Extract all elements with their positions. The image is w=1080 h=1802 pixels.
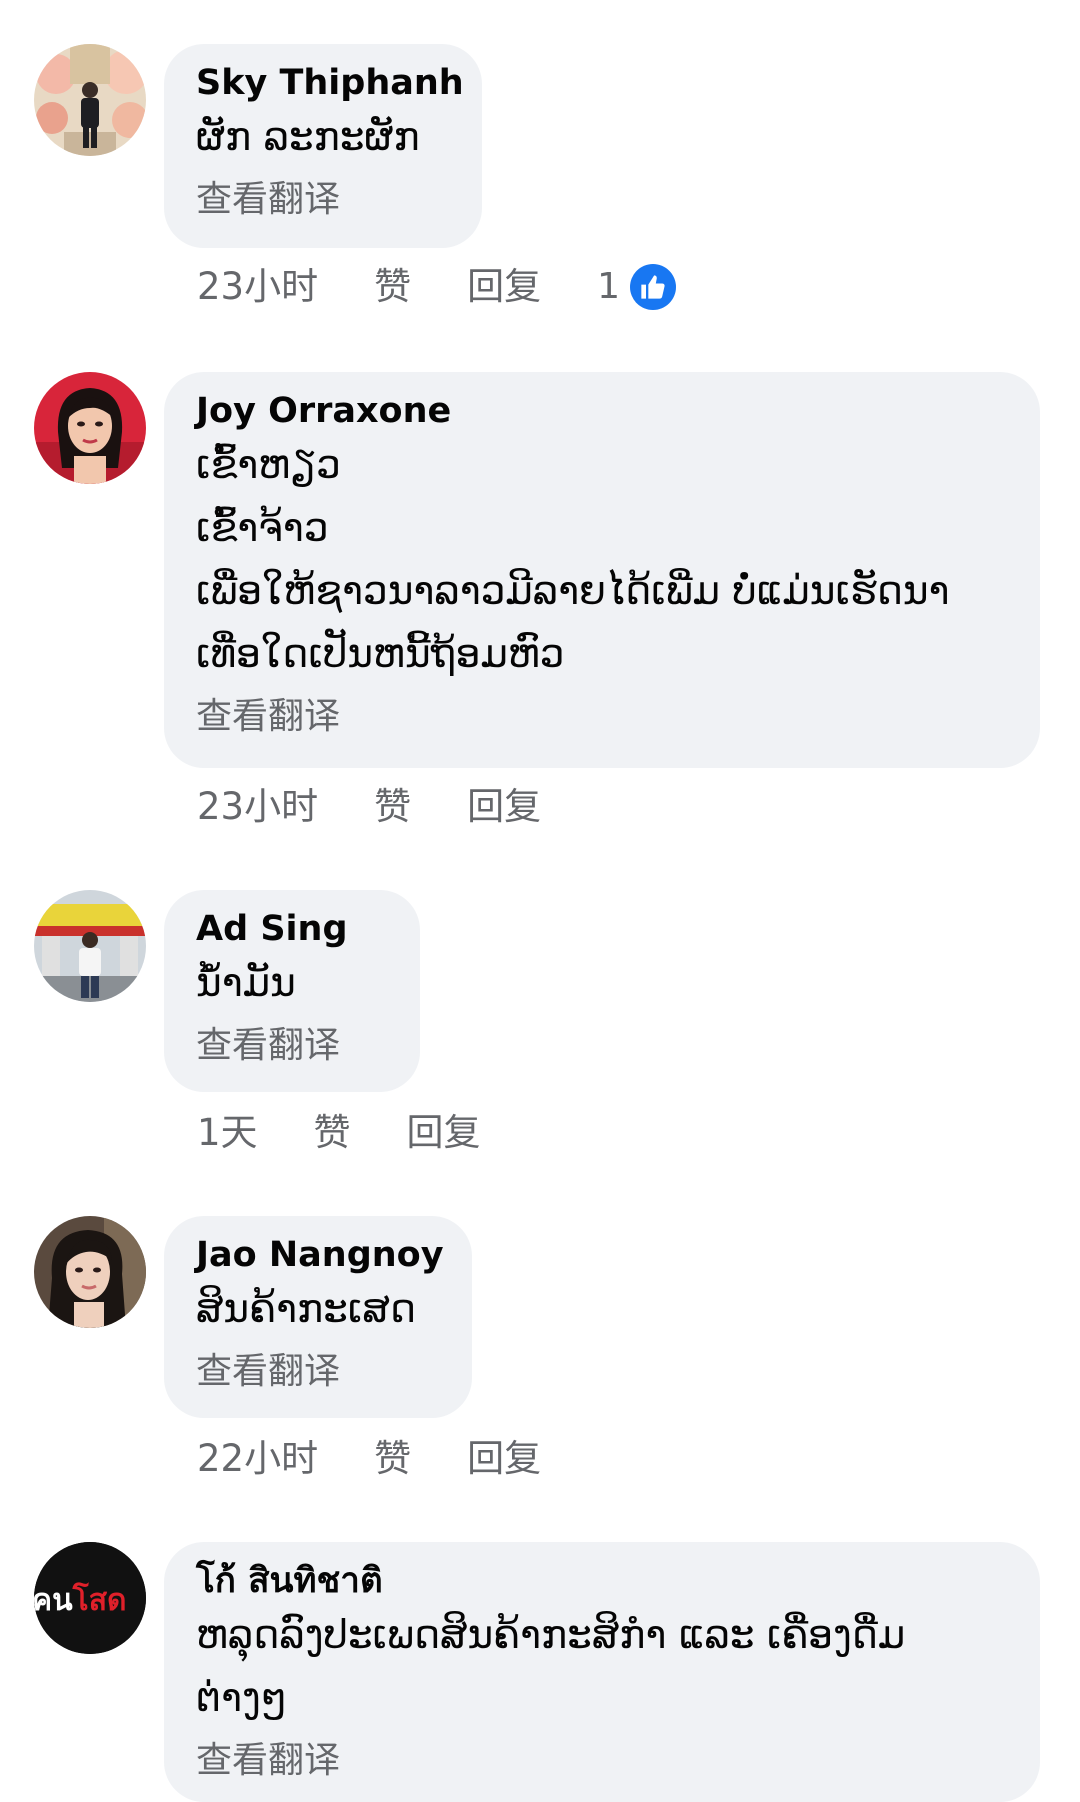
comment-text: ສິນຄ້າກະເສດ — [196, 1287, 416, 1332]
avatar[interactable] — [34, 1216, 146, 1328]
avatar[interactable] — [34, 44, 146, 156]
comment-author[interactable]: Ad Sing — [196, 906, 388, 952]
comment-author[interactable]: Sky Thiphanh — [196, 60, 464, 106]
reaction-summary[interactable]: 1 — [597, 264, 676, 310]
like-button[interactable]: 赞 — [374, 784, 411, 830]
see-translation-link[interactable]: 查看翻译 — [196, 1017, 388, 1075]
comment-author[interactable]: Joy Orraxone — [196, 388, 1008, 434]
like-button[interactable]: 赞 — [374, 264, 411, 310]
avatar-logo-text: คนโสด — [34, 1581, 126, 1618]
like-button[interactable]: 赞 — [374, 1436, 411, 1482]
avatar[interactable] — [34, 890, 146, 1002]
reply-button[interactable]: 回复 — [407, 1110, 481, 1156]
comment-actions: 23小时 赞 回复 1 — [197, 264, 676, 310]
woman-red-background-avatar — [34, 372, 146, 484]
comment-text: ນໍ້າມັນ — [196, 961, 296, 1006]
woman-selfie-avatar — [34, 1216, 146, 1328]
comment-text: ຫລຸດລົງປະເພດສິນຄ້າກະສິກໍາ ແລະ ເຄື່ອງດື່ມ… — [196, 1613, 906, 1721]
comment-author[interactable]: Jao Nangnoy — [196, 1232, 444, 1278]
see-translation-link[interactable]: 查看翻译 — [196, 1732, 1008, 1790]
person-wedding-backdrop-avatar — [34, 44, 146, 156]
comment-actions: 1天 赞 回复 — [197, 1110, 537, 1156]
reaction-count: 1 — [597, 266, 620, 307]
see-translation-link[interactable]: 查看翻译 — [196, 1343, 440, 1401]
comment-author[interactable]: โก้ สินทิชาติ — [196, 1558, 1008, 1604]
comment-text: ເຂົ້າຫຽວ ເຂົ້າຈ້າວ ເພື່ອໃຫ້ຊາວນາລາວມີລາຍ… — [196, 443, 950, 677]
like-reaction-icon — [630, 264, 676, 310]
comment-bubble: Sky Thiphanh ຜັກ ລະກະຜັກ 查看翻译 — [164, 44, 482, 248]
reply-button[interactable]: 回复 — [467, 1436, 541, 1482]
reply-button[interactable]: 回复 — [467, 264, 541, 310]
like-button[interactable]: 赞 — [314, 1110, 351, 1156]
see-translation-link[interactable]: 查看翻译 — [196, 171, 450, 229]
comment-bubble: Jao Nangnoy ສິນຄ້າກະເສດ 查看翻译 — [164, 1216, 472, 1418]
avatar[interactable]: คนโสด — [34, 1542, 146, 1654]
comment-time[interactable]: 23小时 — [197, 264, 318, 310]
comment-bubble: Joy Orraxone ເຂົ້າຫຽວ ເຂົ້າຈ້າວ ເພື່ອໃຫ້… — [164, 372, 1040, 768]
comment-bubble: Ad Sing ນໍ້າມັນ 查看翻译 — [164, 890, 420, 1092]
comment-actions: 23小时 赞 回复 — [197, 784, 597, 830]
comment-text: ຜັກ ລະກະຜັກ — [196, 115, 420, 160]
avatar[interactable] — [34, 372, 146, 484]
man-gas-station-avatar — [34, 890, 146, 1002]
text-logo-avatar: คนโสด — [34, 1542, 146, 1654]
comment-actions: 22小时 赞 回复 — [197, 1436, 597, 1482]
comment-time[interactable]: 22小时 — [197, 1436, 318, 1482]
comment-bubble: โก้ สินทิชาติ ຫລຸດລົງປະເພດສິນຄ້າກະສິກໍາ … — [164, 1542, 1040, 1802]
comment-time[interactable]: 23小时 — [197, 784, 318, 830]
reply-button[interactable]: 回复 — [467, 784, 541, 830]
see-translation-link[interactable]: 查看翻译 — [196, 688, 1008, 746]
comment-time[interactable]: 1天 — [197, 1110, 258, 1156]
